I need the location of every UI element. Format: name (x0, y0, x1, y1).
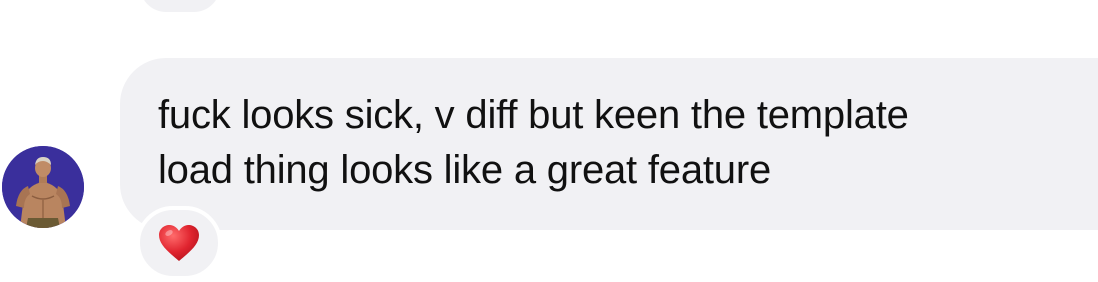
message-text-line-1: fuck looks sick, v diff but keen the tem… (158, 93, 909, 137)
reaction-badge[interactable] (136, 206, 222, 280)
chat-thread: fuck looks sick, v diff but keen the tem… (0, 0, 1098, 282)
message-text-line-2: load thing looks like a great feature (158, 148, 771, 192)
sender-avatar[interactable] (2, 146, 84, 228)
message-bubble[interactable]: fuck looks sick, v diff but keen the tem… (120, 58, 1098, 230)
heart-icon (159, 225, 199, 261)
avatar-photo-icon (2, 146, 84, 228)
previous-message-bubble[interactable] (140, 0, 220, 12)
